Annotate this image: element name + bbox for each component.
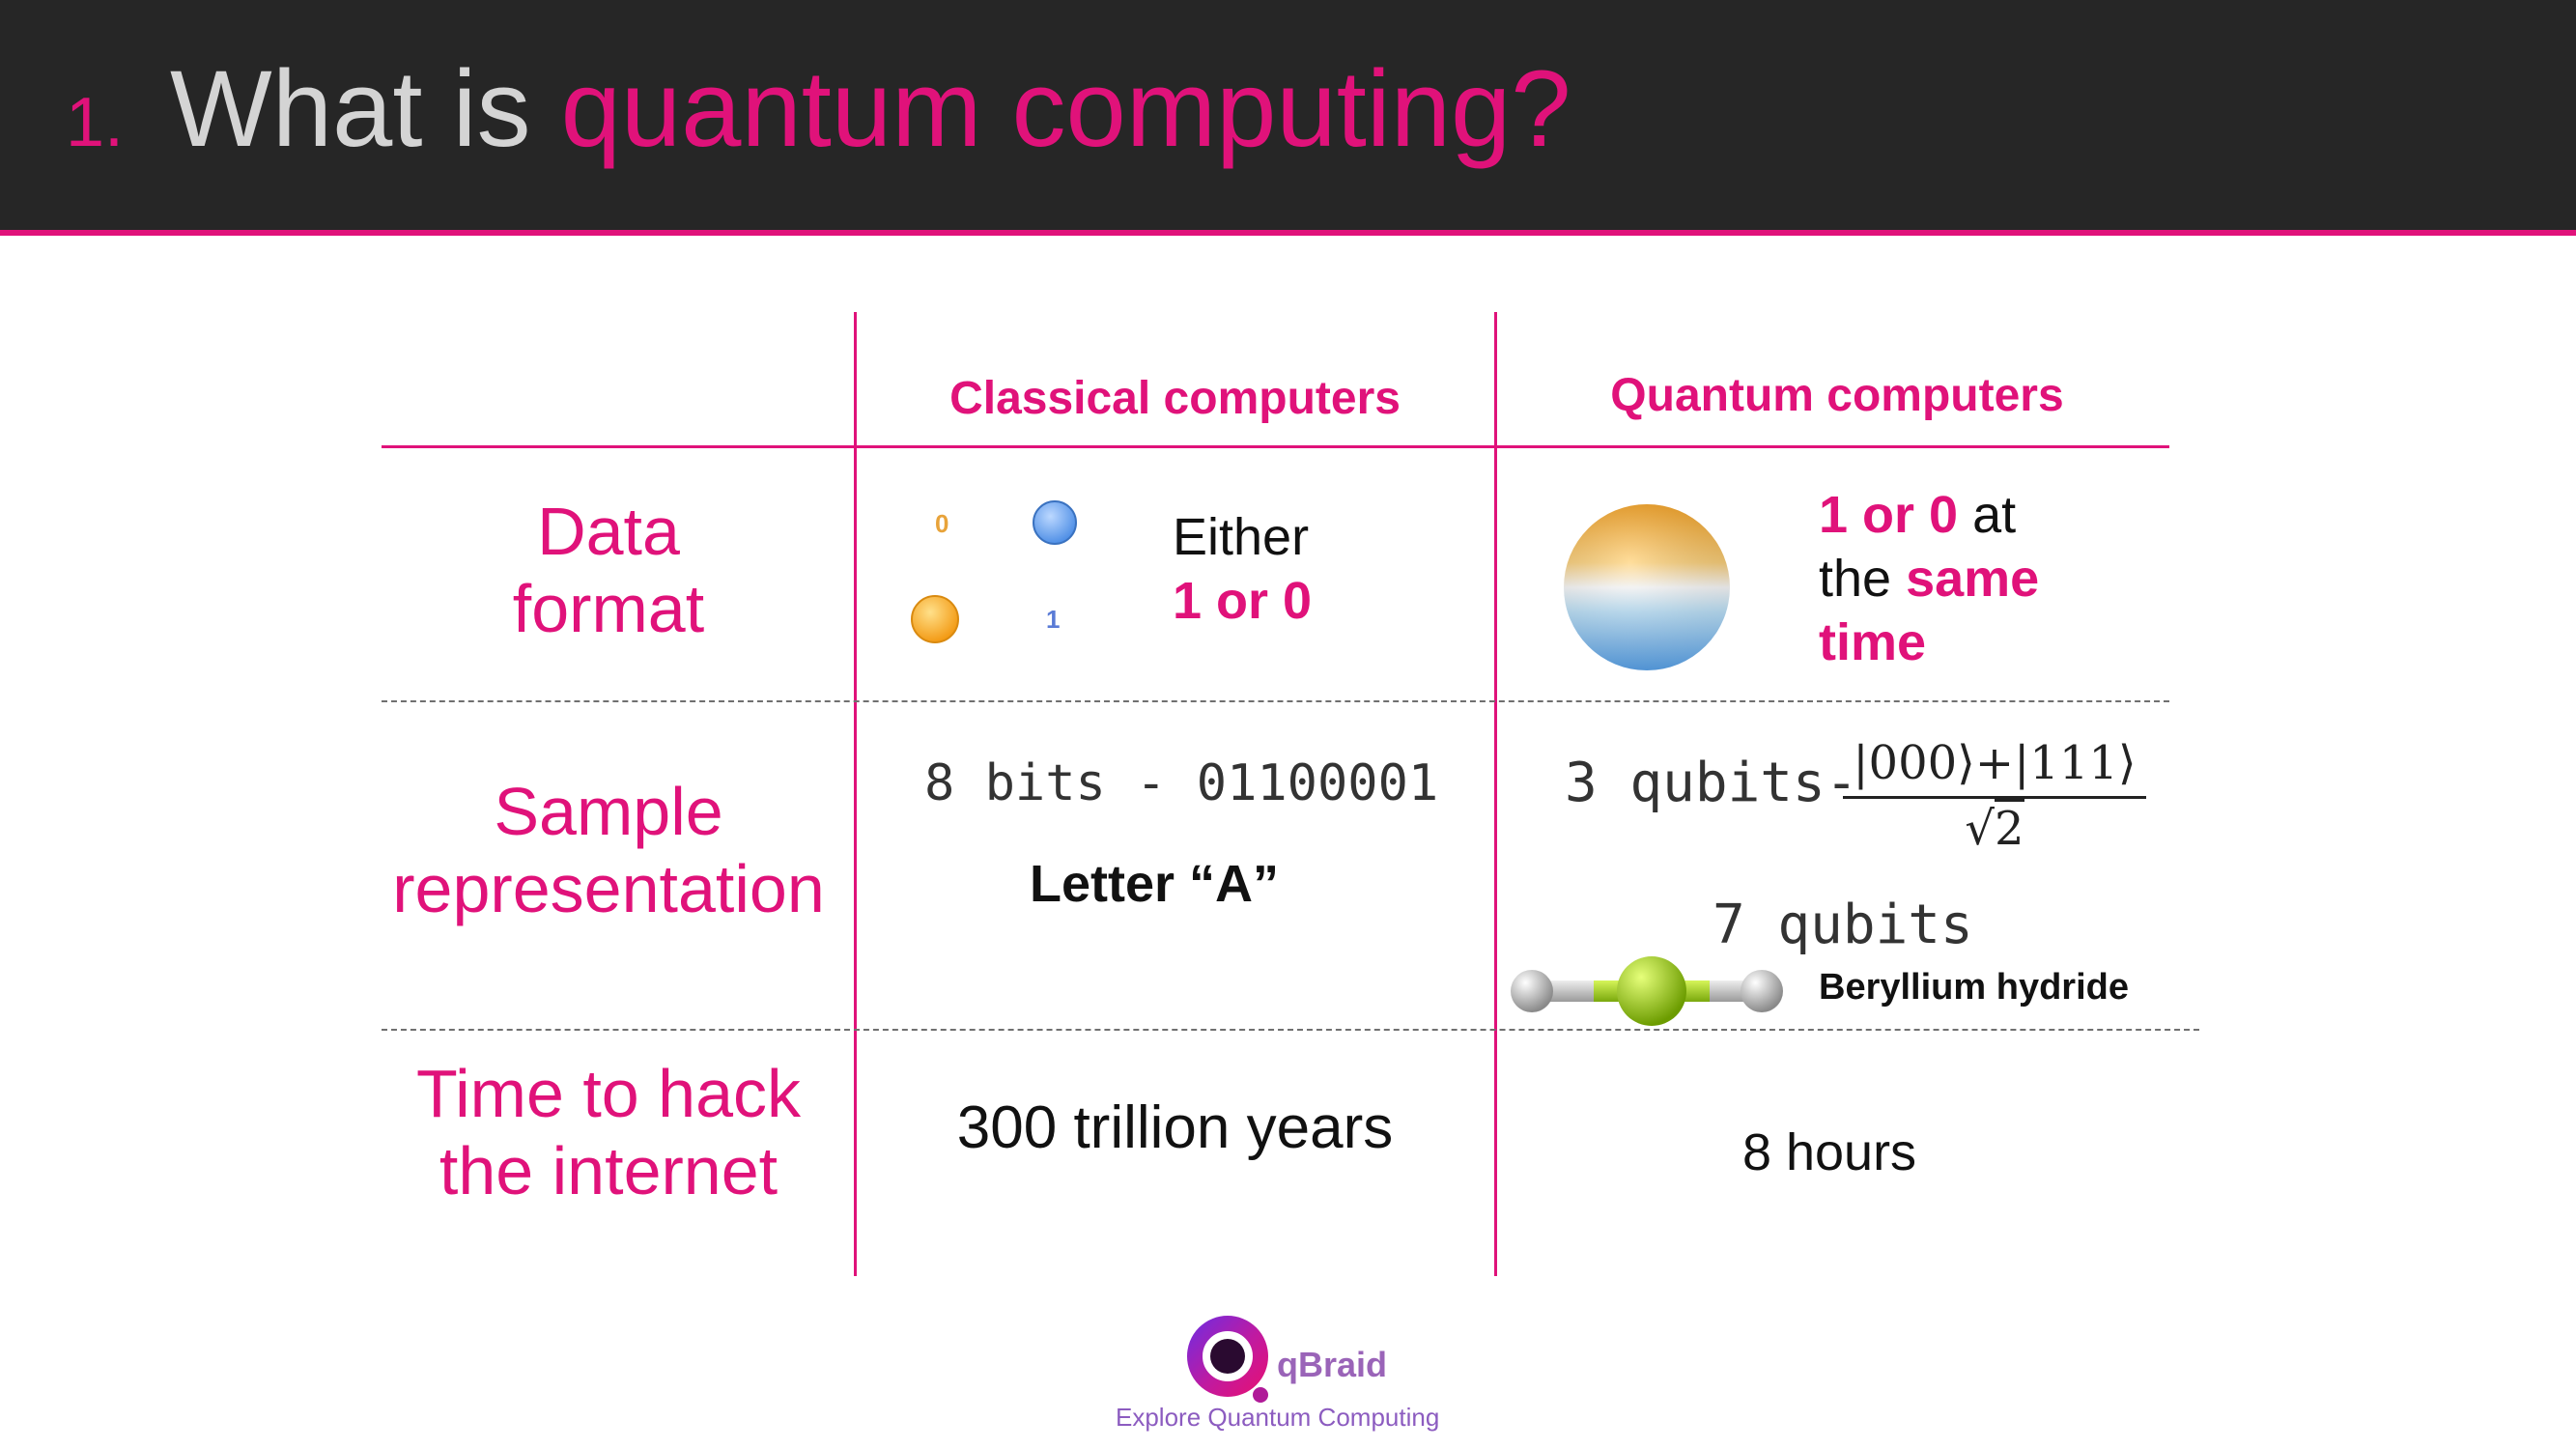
page-title: 1. What is quantum computing?: [66, 46, 1571, 191]
header-row-rule: [382, 445, 2169, 448]
blue-bit-sphere: [1033, 500, 1077, 545]
time-accent: time: [1819, 613, 1927, 671]
hydrogen-atom-left: [1511, 970, 1553, 1012]
quantum-line-2: the same: [1819, 547, 2039, 611]
classical-hack-time: 300 trillion years: [956, 1094, 1394, 1161]
one-or-zero-text: 1 or 0: [1173, 572, 1313, 630]
row-label-line: the internet: [439, 1133, 778, 1208]
title-space: [530, 46, 560, 171]
quantum-data-format-text: 1 or 0 at the same time: [1819, 483, 2039, 674]
qbraid-logo-icon: [1187, 1316, 1268, 1403]
classical-data-format-text: Either 1 or 0: [1173, 505, 1312, 633]
column-header-classical: Classical computers: [949, 373, 1401, 424]
three-qubits-text: 3 qubits-: [1565, 752, 1858, 814]
at-text: at: [1972, 486, 2017, 544]
the-text: the: [1819, 550, 1892, 608]
row-separator-2: [382, 1029, 2199, 1031]
row-label-line: Sample: [494, 774, 723, 849]
eight-bits-text: 8 bits - 01100001: [924, 754, 1439, 812]
either-text: Either: [1173, 508, 1310, 566]
column-header-quantum: Quantum computers: [1610, 370, 2064, 421]
logo-dot: [1253, 1387, 1268, 1403]
hydrogen-atom-right: [1741, 970, 1783, 1012]
one-or-zero-accent: 1 or 0: [1819, 486, 1959, 544]
logo-name: qBraid: [1277, 1345, 1388, 1384]
row-label-line: Time to hack: [415, 1056, 802, 1131]
quantum-hack-time: 8 hours: [1741, 1123, 1917, 1181]
beryllium-atom: [1617, 956, 1686, 1026]
logo-core: [1210, 1339, 1245, 1374]
beryllium-hydride-molecule: [1511, 956, 1783, 1026]
slide-number: 1.: [66, 84, 125, 161]
classical-bits-illustration: 0 1: [911, 500, 1077, 643]
row-separator-1: [382, 700, 2169, 702]
row-label-data-format: Data format: [382, 493, 835, 647]
title-accent: quantum computing?: [560, 48, 1571, 169]
header-divider: [0, 230, 2576, 236]
bit-zero-label: 0: [935, 509, 948, 538]
letter-a-text: Letter “A”: [1030, 855, 1280, 913]
row-label-line: Data: [537, 494, 680, 569]
row-label-line: format: [512, 571, 705, 646]
row-label-hack: Time to hack the internet: [382, 1055, 835, 1209]
ghz-state-formula: |000⟩+|111⟩ √2: [1843, 736, 2146, 856]
sqrt-value: 2: [1995, 799, 2024, 856]
qubit-superposition-sphere: [1564, 504, 1730, 670]
formula-numerator: |000⟩+|111⟩: [1853, 736, 2137, 790]
sphere-shading: [1564, 504, 1730, 670]
orange-bit-sphere: [911, 595, 959, 643]
bit-one-label: 1: [1046, 605, 1060, 634]
beryllium-hydride-label: Beryllium hydride: [1819, 967, 2129, 1008]
seven-qubits-text: 7 qubits: [1713, 894, 1973, 956]
formula-denominator: √2: [1843, 799, 2146, 856]
quantum-line-1: 1 or 0 at: [1819, 483, 2039, 547]
row-label-line: representation: [392, 851, 825, 926]
logo-tagline: Explore Quantum Computing: [1116, 1403, 1440, 1432]
title-plain: What is: [170, 48, 531, 169]
sqrt-symbol: √: [1965, 802, 1996, 856]
row-label-sample: Sample representation: [382, 773, 835, 927]
same-accent: same: [1906, 550, 2040, 608]
